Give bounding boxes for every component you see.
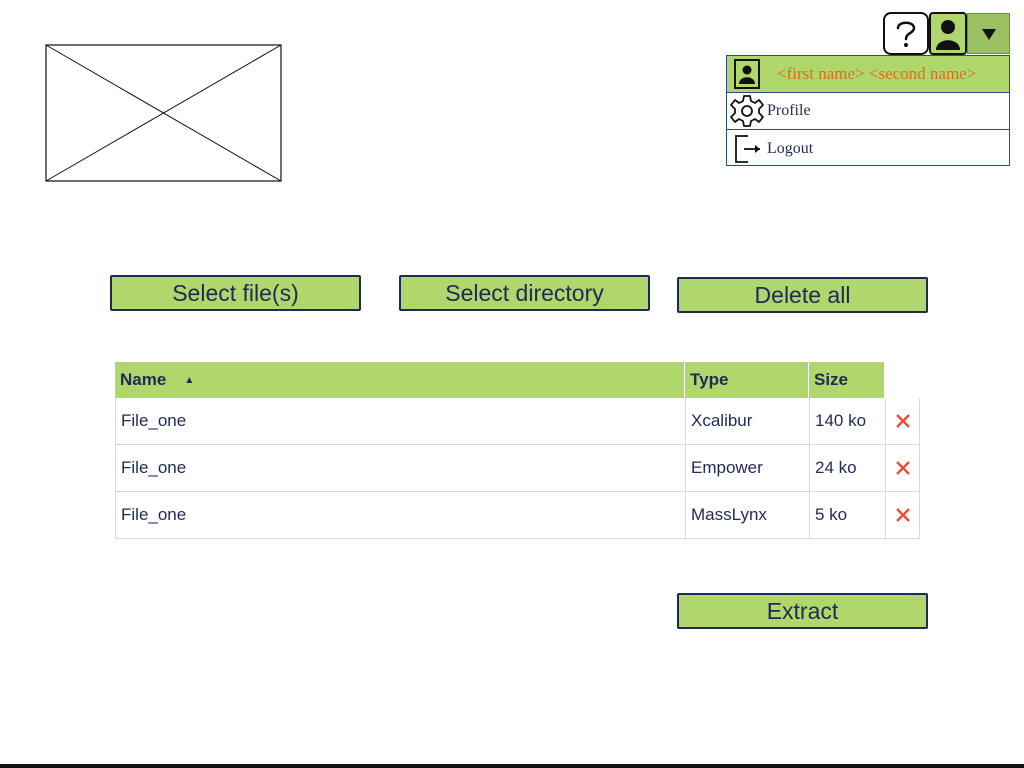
table-row-size-cell: 24 ko <box>809 445 885 492</box>
table-row-size-cell: 140 ko <box>809 398 885 445</box>
close-x-icon <box>895 508 910 522</box>
sort-ascending-icon: ▲ <box>184 374 195 386</box>
extract-button[interactable]: Extract <box>677 593 928 629</box>
select-files-button[interactable]: Select file(s) <box>110 275 361 311</box>
user-avatar-icon <box>727 56 767 93</box>
close-x-icon <box>895 461 910 475</box>
user-menu-toggle[interactable] <box>967 13 1010 54</box>
user-dropdown-menu: <first name> <second name> Profile Logou… <box>726 55 1010 166</box>
caret-down-icon <box>981 28 996 40</box>
table-row-type-cell: Empower <box>685 445 809 492</box>
column-header-type[interactable]: Type <box>685 362 809 398</box>
gear-icon <box>727 93 767 130</box>
file-table: Name ▲ Type Size File_one Xcalibur 140 k… <box>115 362 920 539</box>
delete-row-button[interactable] <box>885 492 920 539</box>
column-header-name[interactable]: Name ▲ <box>115 362 685 398</box>
menu-item-user[interactable]: <first name> <second name> <box>727 56 1009 93</box>
user-name-label: <first name> <second name> <box>777 64 977 83</box>
user-account-button[interactable] <box>929 12 967 55</box>
delete-row-button[interactable] <box>885 445 920 492</box>
close-x-icon <box>895 414 910 428</box>
column-header-type-label: Type <box>690 370 729 389</box>
delete-all-button[interactable]: Delete all <box>677 277 928 313</box>
table-row-type-cell: MassLynx <box>685 492 809 539</box>
table-row-name-cell: File_one <box>115 492 685 539</box>
image-placeholder-icon <box>45 44 282 182</box>
profile-label: Profile <box>767 102 811 119</box>
select-directory-button[interactable]: Select directory <box>399 275 650 311</box>
user-avatar-icon <box>936 19 960 50</box>
help-question-icon <box>896 21 916 47</box>
menu-item-profile[interactable]: Profile <box>727 93 1009 130</box>
table-row-name-cell: File_one <box>115 398 685 445</box>
bottom-divider <box>0 764 1024 768</box>
menu-item-logout[interactable]: Logout <box>727 130 1009 167</box>
column-header-size-label: Size <box>814 370 849 389</box>
logout-icon <box>727 130 767 167</box>
table-row-type-cell: Xcalibur <box>685 398 809 445</box>
column-header-size[interactable]: Size <box>809 362 885 398</box>
help-button[interactable] <box>883 12 929 55</box>
table-row-size-cell: 5 ko <box>809 492 885 539</box>
logout-label: Logout <box>767 139 814 157</box>
table-row-name-cell: File_one <box>115 445 685 492</box>
delete-row-button[interactable] <box>885 398 920 445</box>
logo-placeholder <box>45 44 282 182</box>
column-header-name-label: Name <box>120 370 167 389</box>
